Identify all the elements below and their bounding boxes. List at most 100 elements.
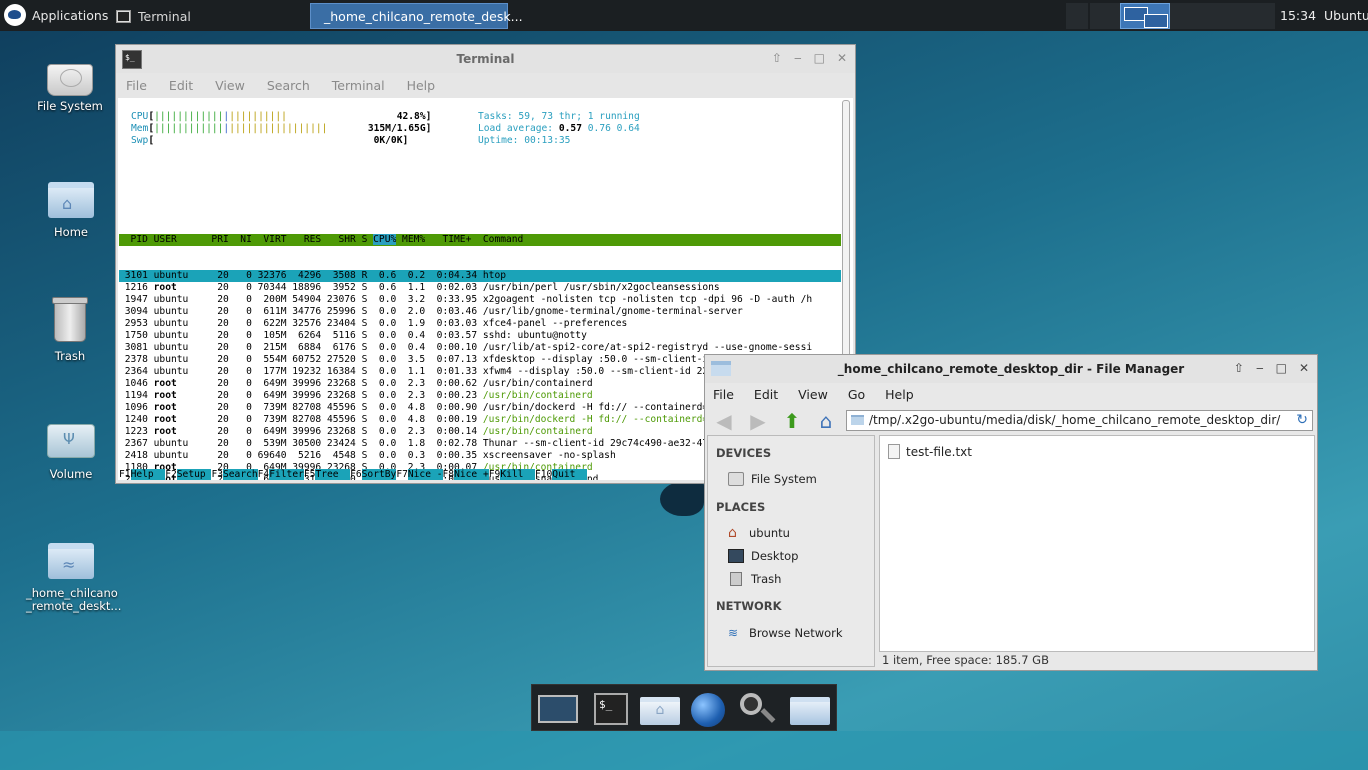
desktop-icon-volume[interactable]: Ψ Volume <box>26 424 116 481</box>
row-cell: 1046 <box>119 378 154 389</box>
row-command: /usr/bin/containerd <box>482 390 593 401</box>
fkey-label[interactable]: Quit <box>552 469 587 480</box>
location-bar[interactable]: /tmp/.x2go-ubuntu/media/disk/_home_chilc… <box>846 410 1313 431</box>
forward-arrow-icon[interactable]: ▶ <box>745 409 771 433</box>
menu-help[interactable]: Help <box>885 387 914 402</box>
table-row[interactable]: 1216 root 20 0 70344 18896 3952 S 0.6 1.… <box>119 282 841 294</box>
applications-menu[interactable]: Applications <box>4 3 108 27</box>
fkey-label[interactable]: Search <box>223 469 258 480</box>
table-row[interactable]: 3101 ubuntu 20 0 32376 4296 3508 R 0.6 0… <box>119 270 841 282</box>
sidebar-item-browse-network[interactable]: ≋ Browse Network <box>728 626 843 640</box>
shade-button[interactable]: ⇧ <box>1234 361 1244 375</box>
shade-button[interactable]: ⇧ <box>772 51 782 65</box>
user-menu[interactable]: Ubuntu <box>1324 8 1368 23</box>
mem-label: Mem <box>131 123 149 134</box>
menu-search[interactable]: Search <box>267 78 310 93</box>
file-manager-launcher[interactable] <box>788 691 832 727</box>
fkey-number[interactable]: F3 <box>211 469 223 480</box>
app-finder-launcher[interactable] <box>736 691 780 727</box>
close-button[interactable]: ✕ <box>837 51 847 65</box>
xfce-logo-icon <box>4 4 26 26</box>
maximize-button[interactable]: □ <box>1276 361 1287 375</box>
home-icon[interactable]: ⌂ <box>813 409 839 433</box>
row-command: xscreensaver -no-splash <box>482 450 616 461</box>
menu-edit[interactable]: Edit <box>754 387 778 402</box>
sidebar-item-trash[interactable]: Trash <box>728 572 781 586</box>
fkey-label[interactable]: Help <box>130 469 166 480</box>
row-cell: 20 0 739M 82708 45596 S 0.0 4.8 0:00.19 <box>176 414 483 425</box>
table-row[interactable]: 3094 ubuntu 20 0 611M 34776 25996 S 0.0 … <box>119 306 841 318</box>
sidebar-item-desktop[interactable]: Desktop <box>728 549 798 563</box>
home-folder-icon: ⌂ <box>48 182 94 218</box>
sidebar-item-file-system[interactable]: File System <box>728 472 817 486</box>
row-cell: 3101 ubuntu 20 0 32376 4296 3508 R 0.6 0… <box>119 270 483 281</box>
menu-file[interactable]: File <box>126 78 147 93</box>
menu-help[interactable]: Help <box>407 78 436 93</box>
back-arrow-icon[interactable]: ◀ <box>711 409 737 433</box>
terminal-launcher[interactable]: $_ <box>588 691 632 727</box>
file-list[interactable]: test-file.txt <box>879 435 1315 652</box>
web-browser-launcher[interactable] <box>687 691 731 727</box>
row-cell: 2418 ubuntu 20 0 69640 5216 4548 S 0.0 0… <box>119 450 483 461</box>
menu-file[interactable]: File <box>713 387 734 402</box>
menu-view[interactable]: View <box>215 78 245 93</box>
fkey-label[interactable]: Kill <box>500 469 535 480</box>
row-command: /usr/bin/perl /usr/sbin/x2gocleansession… <box>482 282 720 293</box>
table-row[interactable]: 2953 ubuntu 20 0 622M 32576 23404 S 0.0 … <box>119 318 841 330</box>
clock[interactable]: 15:34 <box>1280 8 1316 23</box>
up-arrow-icon[interactable]: ⬆ <box>779 409 805 433</box>
desktop-icon-home[interactable]: ⌂ Home <box>26 182 116 239</box>
home-icon: ⌂ <box>728 525 737 541</box>
desktop-icon-file-system[interactable]: File System <box>25 64 115 113</box>
fkey-label[interactable]: Setup <box>176 469 212 480</box>
desktop-icon-trash[interactable]: Trash <box>25 297 115 363</box>
home-folder-launcher[interactable]: ⌂ <box>638 691 682 727</box>
workspace-1[interactable] <box>1120 3 1170 29</box>
menu-terminal[interactable]: Terminal <box>332 78 385 93</box>
row-command: sshd: ubuntu@notty <box>482 330 587 341</box>
row-cell: 3081 ubuntu 20 0 215M 6884 6176 S 0.0 0.… <box>119 342 483 353</box>
taskbar-item-terminal[interactable]: Terminal <box>110 3 300 29</box>
table-row[interactable]: 3081 ubuntu 20 0 215M 6884 6176 S 0.0 0.… <box>119 342 841 354</box>
sidebar-heading-devices: DEVICES <box>716 446 772 460</box>
fkey-number[interactable]: F4 <box>258 469 270 480</box>
row-cell: 20 0 649M 39996 23268 S 0.0 2.3 0:00.14 <box>176 426 483 437</box>
fkey-number[interactable]: F7 <box>396 469 408 480</box>
table-row[interactable]: 1947 ubuntu 20 0 200M 54904 23076 S 0.0 … <box>119 294 841 306</box>
fkey-number[interactable]: F9 <box>489 469 501 480</box>
home-folder-icon: ⌂ <box>640 697 680 725</box>
menu-go[interactable]: Go <box>848 387 865 402</box>
fkey-label[interactable]: Nice + <box>454 469 489 480</box>
file-manager-titlebar[interactable]: _home_chilcano_remote_desktop_dir - File… <box>705 355 1317 383</box>
menu-view[interactable]: View <box>798 387 828 402</box>
fkey-label[interactable]: SortBy <box>361 469 397 480</box>
taskbar-item-file-manager[interactable]: _home_chilcano_remote_desk... <box>310 3 523 29</box>
fkey-number[interactable]: F10 <box>535 469 552 480</box>
menu-edit[interactable]: Edit <box>169 78 193 93</box>
fkey-label[interactable]: Tree <box>315 469 351 480</box>
fkey-label[interactable]: Filter <box>269 469 304 480</box>
file-item[interactable]: test-file.txt <box>888 444 972 459</box>
sidebar-item-label: Desktop <box>751 549 799 563</box>
fkey-number[interactable]: F5 <box>304 469 316 480</box>
close-button[interactable]: ✕ <box>1299 361 1309 375</box>
terminal-titlebar[interactable]: $_ Terminal ⇧ ‒ □ ✕ <box>116 45 855 73</box>
applications-label: Applications <box>32 7 109 23</box>
fkey-number[interactable]: F8 <box>443 469 455 480</box>
table-row[interactable]: 1750 ubuntu 20 0 105M 6264 5116 S 0.0 0.… <box>119 330 841 342</box>
sidebar-item-ubuntu[interactable]: ⌂ ubuntu <box>728 526 790 540</box>
fkey-number[interactable]: F2 <box>165 469 177 480</box>
reload-icon[interactable]: ↻ <box>1296 411 1308 430</box>
fkey-number[interactable]: F1 <box>119 469 131 480</box>
show-desktop-button[interactable] <box>536 691 580 727</box>
fkey-label[interactable]: Nice - <box>407 469 443 480</box>
row-cell: 2953 ubuntu 20 0 622M 32576 23404 S 0.0 … <box>119 318 483 329</box>
file-manager-menubar: File Edit View Go Help <box>705 383 1317 405</box>
process-table-header[interactable]: PID USER PRI NI VIRT RES SHR S CPU% MEM%… <box>119 234 841 246</box>
desktop-icon-remote-dir[interactable]: ≈ _home_chilcano _remote_deskt... <box>26 543 121 613</box>
row-command: /usr/lib/at-spi2-core/at-spi2-registryd … <box>482 342 813 353</box>
maximize-button[interactable]: □ <box>814 51 825 65</box>
fkey-number[interactable]: F6 <box>350 469 362 480</box>
minimize-button[interactable]: ‒ <box>794 51 802 65</box>
minimize-button[interactable]: ‒ <box>1256 361 1264 375</box>
